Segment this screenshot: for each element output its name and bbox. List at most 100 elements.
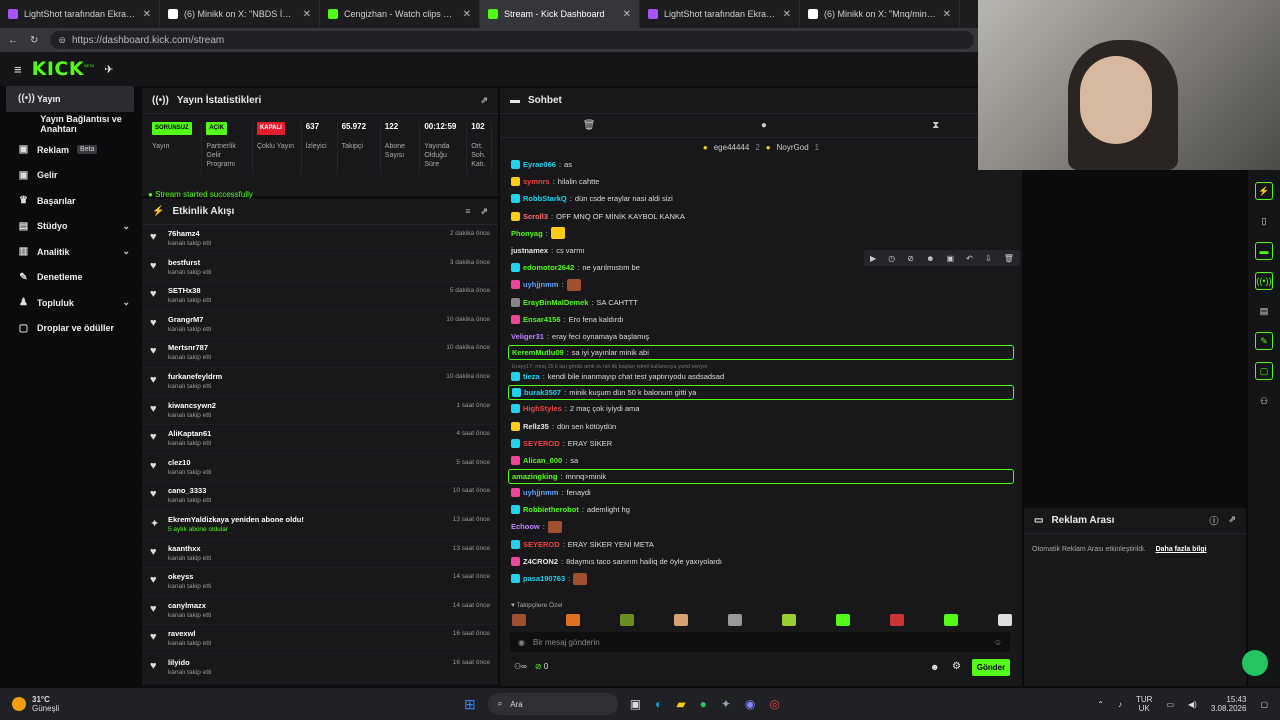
chat-message[interactable]: Eyrae066: as xyxy=(500,156,1022,173)
chat-message[interactable]: KeremMutlu09: sa iyi yayınlar minik abi xyxy=(508,345,1014,361)
activity-name[interactable]: AliKaptan61 xyxy=(168,429,211,438)
sidebar-item[interactable]: ▥ Analitik ⌄ xyxy=(0,239,140,265)
smile-icon[interactable]: ☻ xyxy=(926,254,934,263)
popout-icon[interactable]: ⇗ xyxy=(480,95,488,106)
chat-username[interactable]: Scroll3 xyxy=(523,212,548,221)
activity-name[interactable]: kiwancsywn2 xyxy=(168,401,216,410)
speech-bubble-icon[interactable]: ● xyxy=(761,120,767,131)
emote-icon[interactable] xyxy=(620,614,634,626)
chat-username[interactable]: Ensar4156 xyxy=(523,315,561,324)
browser-tab[interactable]: Stream - Kick Dashboard ✕ xyxy=(480,0,640,28)
chrome-icon[interactable]: ◎ xyxy=(769,697,779,711)
bolt-tool-icon[interactable]: ⚡ xyxy=(1255,182,1273,200)
chat-message[interactable]: Alican_000: sa xyxy=(500,452,1022,469)
chat-username[interactable]: burak3507 xyxy=(524,388,561,397)
folder-icon[interactable]: ▰ xyxy=(676,697,685,711)
info-icon[interactable]: ⓘ xyxy=(1209,514,1218,527)
chat-message[interactable]: uyhjjnmm: fenaydi xyxy=(500,484,1022,501)
kick-logo[interactable]: KICK xyxy=(32,58,84,80)
copy-icon[interactable]: ▣ xyxy=(947,254,955,263)
monitor-icon[interactable]: ▭ xyxy=(1166,700,1174,709)
activity-name[interactable]: 76hamz4 xyxy=(168,229,211,238)
emote-icon[interactable] xyxy=(512,614,526,626)
activity-name[interactable]: canylmazx xyxy=(168,601,211,610)
sidebar-item[interactable]: ✎ Denetleme xyxy=(0,265,140,291)
chat-emote-icon[interactable]: ☻ xyxy=(930,662,939,672)
hourglass-icon[interactable]: ⧗ xyxy=(932,120,939,131)
emote-icon[interactable] xyxy=(944,614,958,626)
volume-icon[interactable]: ◀) xyxy=(1188,700,1197,709)
undo-icon[interactable]: ↶ xyxy=(966,254,973,263)
sidebar-item[interactable]: ▤ Stüdyo ⌄ xyxy=(0,214,140,240)
back-icon[interactable]: ← xyxy=(8,35,18,46)
menu-icon[interactable]: ≡ xyxy=(14,62,22,77)
sidebar-item[interactable]: ▢ Droplar ve ödüller xyxy=(0,316,140,342)
chat-tool-icon[interactable]: ▬ xyxy=(1255,242,1273,260)
activity-name[interactable]: cano_3333 xyxy=(168,486,211,495)
pin-message-icon[interactable]: ⇩ xyxy=(985,254,992,263)
chat-settings-icon[interactable]: ⚙ xyxy=(952,661,961,672)
tab-close-icon[interactable]: ✕ xyxy=(143,9,151,20)
browser-tab[interactable]: Cengizhan - Watch clips on Kick ✕ xyxy=(320,0,480,28)
site-info-icon[interactable]: ⊜ xyxy=(58,35,66,46)
task-view-icon[interactable]: ▣ xyxy=(630,697,641,711)
chat-username[interactable]: Alican_000 xyxy=(523,456,562,465)
chat-message[interactable]: Robbietherobot: ademlight hg xyxy=(500,501,1022,518)
chevron-up-icon[interactable]: ⌃ xyxy=(1097,700,1104,709)
tab-close-icon[interactable]: ✕ xyxy=(783,9,791,20)
chat-username[interactable]: tieza xyxy=(523,372,540,381)
filter-icon[interactable]: ≡ xyxy=(465,206,470,217)
broadcast-tool-icon[interactable]: ((•)) xyxy=(1255,272,1273,290)
sidebar-item[interactable]: ▣ Gelir xyxy=(0,163,140,189)
emote-icon[interactable] xyxy=(836,614,850,626)
chat-username[interactable]: SEYEROD xyxy=(523,439,560,448)
emote-icon[interactable] xyxy=(674,614,688,626)
weather-widget[interactable]: 31°C Güneşli xyxy=(12,695,452,713)
tab-close-icon[interactable]: ✕ xyxy=(463,9,471,20)
chat-input[interactable]: ◉ Bir mesaj gönderin ☺ xyxy=(510,632,1010,652)
chat-username[interactable]: KeremMutlu09 xyxy=(512,348,564,357)
play-icon[interactable]: ▶ xyxy=(870,254,876,263)
chat-message[interactable]: RobbStarkQ: dün csde eraylar nasi aldi si… xyxy=(500,190,1022,207)
discord-icon[interactable]: ◉ xyxy=(745,697,755,711)
chat-username[interactable]: uyhjjnmm xyxy=(523,280,558,289)
activity-name[interactable]: GrangrM7 xyxy=(168,315,211,324)
activity-name[interactable]: kaanthxx xyxy=(168,544,211,553)
chat-username[interactable]: HighStyles xyxy=(523,404,562,413)
chat-message[interactable]: Echoow: xyxy=(500,518,1022,535)
windows-start-icon[interactable]: ⊞ xyxy=(464,696,476,713)
browser-tab[interactable]: (6) Minikk on X: "NBDS İFSA :) http: ✕ xyxy=(160,0,320,28)
chat-message[interactable]: SEYEROD: ERAY SİKER YENİ META xyxy=(500,536,1022,553)
pin-icon[interactable]: ✈ xyxy=(104,63,113,76)
chat-username[interactable]: symnrs xyxy=(523,177,550,186)
notification-icon[interactable]: ▢ xyxy=(1260,700,1268,709)
send-button[interactable]: Gönder xyxy=(972,659,1010,676)
sidebar-item[interactable]: ▣ Reklam Beta xyxy=(0,137,140,163)
chat-username[interactable]: uyhjjnmm xyxy=(523,488,558,497)
url-field[interactable]: ⊜ https://dashboard.kick.com/stream xyxy=(50,31,974,49)
chat-username[interactable]: edomotor2642 xyxy=(523,263,574,272)
sidebar-item[interactable]: ((•)) Yayın xyxy=(6,86,134,112)
share-tool-icon[interactable]: ⚇ xyxy=(1255,392,1273,410)
app-icon[interactable]: ✦ xyxy=(721,697,731,711)
activity-name[interactable]: lilyido xyxy=(168,658,211,667)
popout-icon[interactable]: ⇗ xyxy=(480,206,488,217)
activity-name[interactable]: okeyss xyxy=(168,572,211,581)
activity-name[interactable]: EkremYaldizkaya yeniden abone oldu! xyxy=(168,515,304,524)
phone-tool-icon[interactable]: ▯ xyxy=(1255,212,1273,230)
chat-message[interactable]: Z4CRON2:8daymıs taco sanırım hailiq de ö… xyxy=(500,553,1022,570)
tab-close-icon[interactable]: ✕ xyxy=(623,9,631,20)
emote-icon[interactable] xyxy=(782,614,796,626)
ad-break-link[interactable]: Daha fazla bilgi xyxy=(1156,546,1207,553)
browser-tab[interactable]: LightShot tarafından Ekran Görün ✕ xyxy=(640,0,800,28)
chat-username[interactable]: SEYEROD xyxy=(523,540,560,549)
activity-name[interactable]: clez10 xyxy=(168,458,211,467)
chat-message[interactable]: uyhjjnmm: xyxy=(500,276,1022,293)
pinned-user[interactable]: NoyrGod xyxy=(777,143,809,152)
taskbar-search[interactable]: ⌕ Ara xyxy=(487,693,618,715)
chat-username[interactable]: RobbStarkQ xyxy=(523,194,567,203)
chat-message[interactable]: Veliger31: eray feci oynamaya başlamış xyxy=(500,328,1022,345)
emote-icon[interactable] xyxy=(890,614,904,626)
chat-username[interactable]: Z4CRON2 xyxy=(523,557,558,566)
popout-icon[interactable]: ⇗ xyxy=(1228,514,1236,527)
